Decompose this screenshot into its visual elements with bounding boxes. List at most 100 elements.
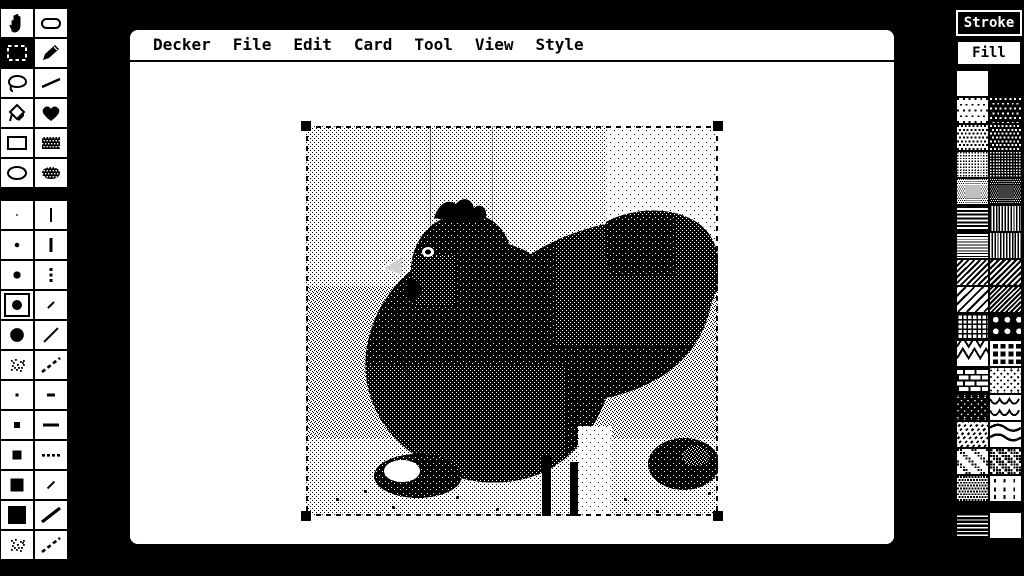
- pattern-scallop[interactable]: [989, 394, 1022, 421]
- brush-square-4[interactable]: [0, 470, 34, 500]
- pattern-waves[interactable]: [989, 421, 1022, 448]
- marquee-select-tool[interactable]: [0, 38, 34, 68]
- card-window: Decker File Edit Card Tool View Style: [128, 28, 896, 546]
- pattern-dither-50-inv[interactable]: [989, 178, 1022, 205]
- filled-blob-icon: [37, 101, 65, 125]
- pattern-vlines[interactable]: [989, 205, 1022, 232]
- pattern-circles-inv[interactable]: [989, 313, 1022, 340]
- pattern-diag-left-inv[interactable]: [989, 259, 1022, 286]
- fill-mode-button[interactable]: Fill: [956, 40, 1022, 66]
- pattern-diag-dense-inv[interactable]: [989, 286, 1022, 313]
- brush-spray-large[interactable]: [0, 530, 34, 560]
- line-diag-thick[interactable]: [34, 500, 68, 530]
- pattern-dots-medium-inv[interactable]: [989, 124, 1022, 151]
- brush-dot-1[interactable]: [0, 200, 34, 230]
- pattern-diag-left[interactable]: [956, 259, 989, 286]
- marquee-select-icon: [3, 41, 31, 65]
- ellipse-tool[interactable]: [0, 158, 34, 188]
- pattern-blank[interactable]: [989, 512, 1022, 539]
- pattern-noise-heavy[interactable]: [989, 448, 1022, 475]
- line-dotted[interactable]: [34, 260, 68, 290]
- hand-tool[interactable]: [0, 8, 34, 38]
- brush-dot-5[interactable]: [0, 320, 34, 350]
- selection-handle-top-right[interactable]: [713, 121, 723, 131]
- line-dash-medium[interactable]: [34, 410, 68, 440]
- card-canvas[interactable]: [130, 62, 894, 544]
- menu-item-tool[interactable]: Tool: [403, 30, 464, 60]
- filled-rectangle-tool[interactable]: [34, 128, 68, 158]
- pattern-brick[interactable]: [956, 367, 989, 394]
- line-diag-short[interactable]: [34, 290, 68, 320]
- pattern-checker-fine[interactable]: [956, 151, 989, 178]
- hand-icon: [3, 11, 31, 35]
- pattern-noise-light[interactable]: [956, 448, 989, 475]
- pattern-basketweave[interactable]: [956, 394, 989, 421]
- line-diag-long[interactable]: [34, 320, 68, 350]
- menu-item-file[interactable]: File: [222, 30, 283, 60]
- pattern-grid-small[interactable]: [956, 313, 989, 340]
- line-dash-short[interactable]: [34, 380, 68, 410]
- rectangle-tool[interactable]: [0, 128, 34, 158]
- paint-bucket-icon: [3, 101, 31, 125]
- left-palette: [0, 8, 68, 560]
- line-icon: [37, 71, 65, 95]
- pencil-tool[interactable]: [34, 38, 68, 68]
- rounded-rect-tool[interactable]: [34, 8, 68, 38]
- brush-square-3[interactable]: [0, 440, 34, 470]
- pattern-checker-fine-inv[interactable]: [989, 151, 1022, 178]
- brush-dot-4[interactable]: [0, 290, 34, 320]
- pattern-hlines-bold[interactable]: [956, 512, 989, 539]
- pattern-hlines[interactable]: [956, 205, 989, 232]
- pattern-dots-medium[interactable]: [956, 124, 989, 151]
- menu-item-card[interactable]: Card: [343, 30, 404, 60]
- line-width-1[interactable]: [34, 200, 68, 230]
- pattern-zigzag[interactable]: [956, 340, 989, 367]
- selection-handle-bottom-left[interactable]: [301, 511, 311, 521]
- freeform-fill-tool[interactable]: [34, 98, 68, 128]
- line-tool[interactable]: [34, 68, 68, 98]
- brush-dot-3[interactable]: [0, 260, 34, 290]
- pattern-black[interactable]: [989, 70, 1022, 97]
- selection-handle-bottom-right[interactable]: [713, 511, 723, 521]
- pattern-white[interactable]: [956, 70, 989, 97]
- tool-palette: [0, 8, 68, 188]
- pattern-dots-sparse[interactable]: [956, 97, 989, 124]
- pattern-dots-scattered[interactable]: [989, 475, 1022, 502]
- brush-square-2[interactable]: [0, 410, 34, 440]
- palette-divider: [0, 188, 68, 200]
- brush-square-5[interactable]: [0, 500, 34, 530]
- image-selection[interactable]: [301, 121, 723, 521]
- menu-item-edit[interactable]: Edit: [282, 30, 343, 60]
- pattern-dots-sparse-inv[interactable]: [989, 97, 1022, 124]
- decker-app-window: Decker File Edit Card Tool View Style St…: [0, 0, 1024, 576]
- brush-selection-indicator: [4, 293, 30, 317]
- menu-item-decker[interactable]: Decker: [142, 30, 222, 60]
- menu-bar: Decker File Edit Card Tool View Style: [130, 30, 894, 62]
- menu-item-view[interactable]: View: [464, 30, 525, 60]
- line-diag-dashed[interactable]: [34, 350, 68, 380]
- pattern-dashes-diag[interactable]: [956, 421, 989, 448]
- pattern-weave-inv[interactable]: [989, 367, 1022, 394]
- paint-bucket-tool[interactable]: [0, 98, 34, 128]
- brush-dot-2[interactable]: [0, 230, 34, 260]
- brush-square-1[interactable]: [0, 380, 34, 410]
- line-dash-dotted[interactable]: [34, 440, 68, 470]
- pattern-checker-tiny[interactable]: [956, 475, 989, 502]
- selection-handle-top-left[interactable]: [301, 121, 311, 131]
- line-diag-thin[interactable]: [34, 470, 68, 500]
- ellipse-outline-icon: [3, 161, 31, 185]
- pattern-hlines-thin[interactable]: [956, 232, 989, 259]
- lasso-tool[interactable]: [0, 68, 34, 98]
- brush-spray[interactable]: [0, 350, 34, 380]
- menu-item-style[interactable]: Style: [524, 30, 594, 60]
- line-diag-dash2[interactable]: [34, 530, 68, 560]
- rectangle-outline-icon: [3, 131, 31, 155]
- lasso-icon: [3, 71, 31, 95]
- stroke-mode-button[interactable]: Stroke: [956, 10, 1022, 36]
- line-width-2[interactable]: [34, 230, 68, 260]
- pattern-dither-50[interactable]: [956, 178, 989, 205]
- pattern-diag-wide[interactable]: [956, 286, 989, 313]
- filled-ellipse-tool[interactable]: [34, 158, 68, 188]
- pattern-vlines-thin[interactable]: [989, 232, 1022, 259]
- pattern-grid-bold-inv[interactable]: [989, 340, 1022, 367]
